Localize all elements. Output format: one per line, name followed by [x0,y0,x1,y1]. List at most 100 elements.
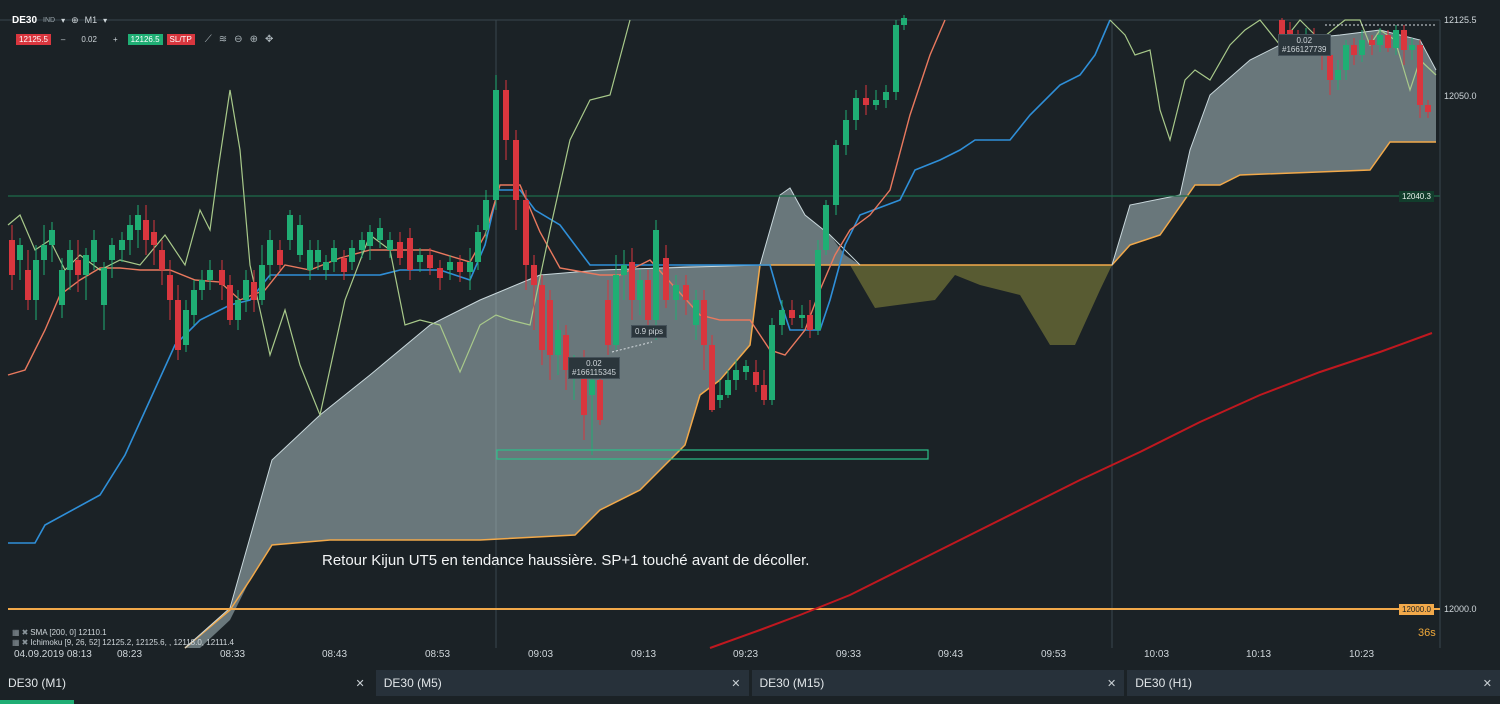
candle-body [807,315,813,330]
chart-toolbar: DE30 IND ▾ ⊕ M1 ▾ [12,12,107,28]
candle-body [9,240,15,275]
trade-qty: 0.02 [586,359,602,368]
candle-body [143,220,149,240]
trade-id: #166127739 [1282,45,1327,54]
candle-body [637,280,643,300]
candle-body [297,225,303,255]
candle-body [1409,45,1415,50]
zoom-out-icon[interactable]: ⊖ [234,34,242,45]
time-label: 09:43 [938,649,964,660]
candle-body [119,240,125,250]
candle-body [243,280,249,300]
candle-body [175,300,181,350]
candle-body [457,262,463,272]
close-icon[interactable]: ✕ [356,677,365,690]
candle-body [135,215,141,230]
candle-body [779,310,785,325]
candle-body [235,300,241,320]
candle-body [815,250,821,330]
level-price-badge: 12000.0 [1399,604,1434,615]
candle-body [359,240,365,250]
sell-price-button[interactable]: 12125.5 [16,33,51,45]
tab-de30-m1[interactable]: DE30 (M1) ✕ [0,670,373,696]
candle-body [693,300,699,325]
tab-de30-m5[interactable]: DE30 (M5) ✕ [375,670,749,696]
crosshair-circle-icon[interactable]: ⊕ [71,15,79,26]
candle-body [733,370,739,380]
candle-body [653,230,659,320]
candle-body [493,90,499,200]
tab-de30-h1[interactable]: DE30 (H1) ✕ [1127,670,1500,696]
candle-body [629,262,635,300]
time-label: 08:33 [220,649,246,660]
tab-label: DE30 (M15) [759,676,825,690]
candle-body [645,280,651,320]
trade-label-2[interactable]: 0.02 #166127739 [1278,34,1331,56]
candle-body [259,265,265,300]
candle-body [523,200,529,265]
candle-body [555,330,561,355]
active-tab-indicator [0,700,74,704]
qty-minus-button[interactable]: – [55,35,71,44]
candle-body [1369,40,1375,45]
zoom-in-icon[interactable]: ⊕ [250,34,258,45]
candle-body [227,285,233,320]
close-icon[interactable]: ✕ [731,677,740,690]
candle-body [33,260,39,300]
candle-body [25,270,31,300]
chevron-down-icon[interactable]: ▾ [103,16,107,25]
grid-icon: ▦ [12,628,20,637]
quantity-input[interactable]: 0.02 [75,35,103,44]
time-label: 08:43 [322,649,348,660]
candle-body [683,285,689,300]
candle-body [823,205,829,250]
candle-body [49,230,55,245]
candle-body [1401,30,1407,50]
candle-body [761,385,767,400]
time-label: 08:53 [425,649,451,660]
price-label-bottom: 12000.0 [1444,604,1477,614]
candle-body [467,262,473,272]
chart-annotation-text: Retour Kijun UT5 en tendance haussière. … [322,552,810,569]
time-label: 08:23 [117,649,143,660]
trade-label-1[interactable]: 0.02 #166115345 [568,357,620,379]
close-icon[interactable]: ✕ [1107,677,1116,690]
candle-body [307,250,313,270]
buy-price-button[interactable]: 12126.5 [127,33,163,45]
move-icon[interactable]: ✥ [265,34,273,45]
symbol-label[interactable]: DE30 [12,15,37,26]
candle-body [1335,70,1341,80]
candle-body [743,366,749,372]
candle-body [799,315,805,318]
candle-body [1425,105,1431,112]
tab-label: DE30 (M1) [8,676,67,690]
legend-sma[interactable]: ▦ ✖ SMA [200, 0] 12110.1 [12,628,234,638]
sltp-button[interactable]: SL/TP [166,33,195,45]
time-label-first: 04.09.2019 08:13 [14,649,92,660]
indicators-icon[interactable]: ≋ [219,34,227,45]
candle-body [613,275,619,345]
pips-label: 0.9 pips [631,325,668,338]
candle-body [251,282,257,300]
qty-plus-button[interactable]: + [107,35,124,44]
tab-de30-m15[interactable]: DE30 (M15) ✕ [751,670,1125,696]
candle-countdown: 36s [1418,627,1436,639]
candle-body [901,18,907,25]
candle-body [843,120,849,145]
line-chart-icon[interactable]: ⟋ [205,34,212,45]
candle-body [387,240,393,250]
candle-body [183,310,189,345]
time-label: 09:33 [836,649,862,660]
candle-body [725,380,731,395]
chevron-down-icon[interactable]: ▾ [61,16,65,25]
line-price-badge: 12040.3 [1399,191,1434,202]
timeframe-selector[interactable]: M1 [85,15,98,25]
candle-body [315,250,321,262]
close-icon[interactable]: ✕ [1483,677,1492,690]
candle-body [769,325,775,400]
candle-body [427,255,433,268]
candle-body [475,232,481,262]
candle-body [323,262,329,270]
legend-ichimoku[interactable]: ▦ ✖ Ichimoku [9, 26, 52] 12125.2, 12125.6,… [12,638,234,648]
candle-body [59,270,65,305]
